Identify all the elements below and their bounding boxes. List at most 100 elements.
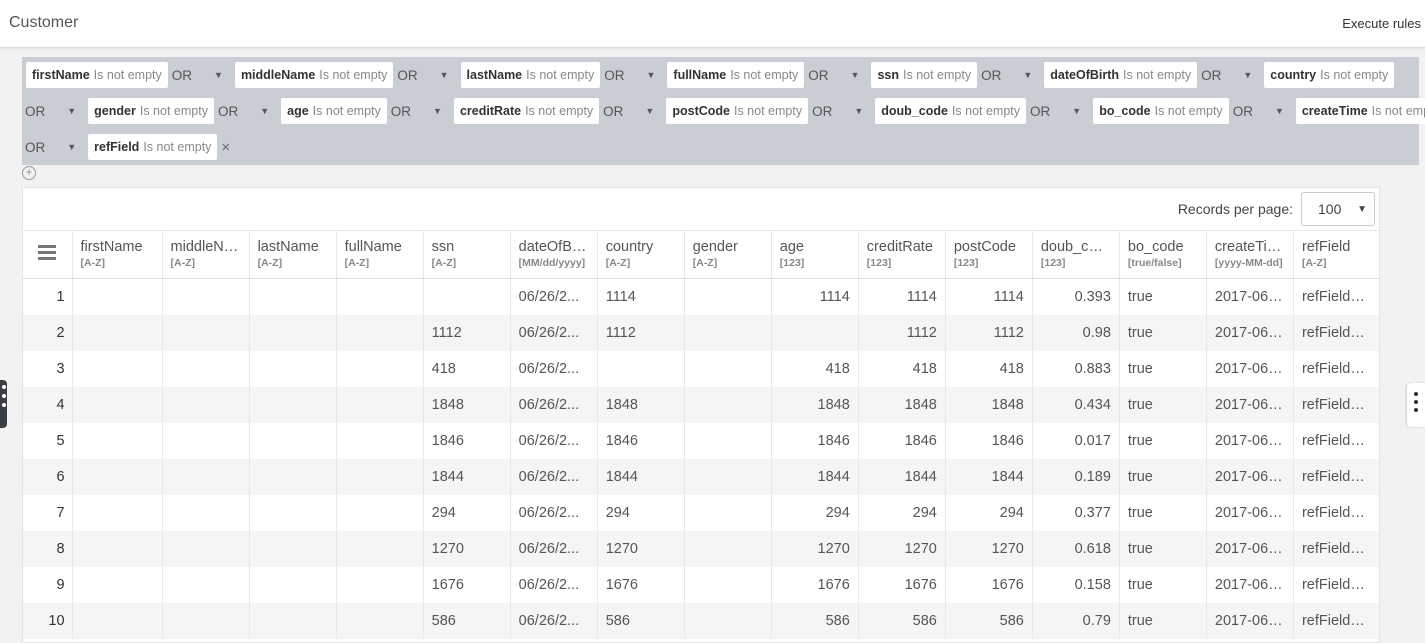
add-rule-icon[interactable]: + (22, 166, 36, 180)
filter-rule-postCode[interactable]: postCode Is not empty (666, 98, 809, 124)
column-type: [A-Z] (257, 257, 283, 269)
column-header-gender[interactable]: gender [A-Z] (684, 230, 772, 279)
column-header-bo_code[interactable]: bo_code [true/false] (1119, 230, 1207, 279)
table-cell: 1270 (771, 530, 859, 567)
table-cell: 1114 (945, 278, 1033, 315)
filter-rule-refField[interactable]: refField Is not empty (88, 134, 218, 160)
column-header-refField[interactable]: refField [A-Z] (1293, 230, 1379, 279)
table-row[interactable]: 4 1848 06/26/2... 1848 1848 1848 1848 0.434 true… (23, 386, 1379, 423)
column-header-createTime[interactable]: createTime [yyyy-MM-dd] (1206, 230, 1294, 279)
table-cell: refFieldC... (1293, 350, 1379, 387)
or-operator-label: OR (25, 103, 46, 119)
or-operator-dropdown[interactable]: OR ▼ (172, 68, 231, 83)
filter-rule-createTime[interactable]: createTimeIs not empty (1295, 98, 1425, 124)
table-cell: 1846 (858, 422, 946, 459)
filter-rule-country[interactable]: country Is not empty (1264, 62, 1395, 88)
close-icon[interactable]: × (221, 139, 230, 156)
filter-rule-gender[interactable]: gender Is not empty (88, 98, 214, 124)
table-row[interactable]: 2 1112 06/26/2... 1112 1112 1112 0.98 true 2017-… (23, 314, 1379, 351)
table-row[interactable]: 5 1846 06/26/2... 1846 1846 1846 1846 0.017 true… (23, 422, 1379, 459)
or-operator-dropdown[interactable]: OR ▼ (1201, 68, 1260, 83)
table-cell (72, 458, 163, 495)
or-operator-label: OR (1232, 103, 1253, 119)
table-cell: refFieldC... (1293, 422, 1379, 459)
filter-rule-middleName[interactable]: middleName Is not empty (234, 62, 394, 88)
left-panel-handle[interactable] (0, 380, 7, 428)
table-row[interactable]: 8 1270 06/26/2... 1270 1270 1270 1270 0.618 true… (23, 530, 1379, 567)
filter-rule-firstName[interactable]: firstName Is not empty (26, 62, 168, 88)
filter-rule-age[interactable]: age Is not empty (281, 98, 387, 124)
caret-down-icon: ▼ (1274, 106, 1284, 116)
chevron-down-icon: ▼ (1357, 203, 1367, 215)
column-header-middleName[interactable]: middleName [A-Z] (162, 230, 250, 279)
column-header-country[interactable]: country [A-Z] (597, 230, 685, 279)
column-header-creditRate[interactable]: creditRate [123] (858, 230, 946, 279)
table-row[interactable]: 9 1676 06/26/2... 1676 1676 1676 1676 0.158 true… (23, 566, 1379, 603)
filter-rule-bo_code[interactable]: bo_code Is not empty (1093, 98, 1229, 124)
table-cell (249, 566, 337, 603)
or-operator-dropdown[interactable]: OR ▼ (812, 104, 871, 119)
hamburger-icon (38, 242, 57, 263)
column-header-firstName[interactable]: firstName [A-Z] (72, 230, 163, 279)
or-operator-dropdown[interactable]: OR ▼ (25, 140, 84, 155)
table-row[interactable]: 10 586 06/26/2... 586 586 586 586 0.79 true 2017-… (23, 602, 1379, 639)
right-panel-handle[interactable] (1407, 383, 1425, 427)
table-cell (72, 602, 163, 639)
table-row[interactable]: 6 1844 06/26/2... 1844 1844 1844 1844 0.189 true… (23, 458, 1379, 495)
or-operator-dropdown[interactable]: OR ▼ (397, 68, 456, 83)
table-row[interactable]: 7 294 06/26/2... 294 294 294 294 0.377 true 2017-… (23, 494, 1379, 531)
or-operator-label: OR (812, 103, 833, 119)
row-index: 4 (23, 386, 73, 423)
or-operator-dropdown[interactable]: OR ▼ (603, 104, 662, 119)
table-cell: 586 (597, 602, 685, 639)
records-per-page-value: 100 (1318, 201, 1342, 217)
table-cell: 0.434 (1032, 386, 1120, 423)
filter-condition: Is not empty (93, 68, 162, 82)
column-header-ssn[interactable]: ssn [A-Z] (423, 230, 511, 279)
table-cell (336, 494, 424, 531)
table-cell: 06/26/2... (510, 494, 598, 531)
execute-rules-button[interactable]: Execute rules (1342, 16, 1421, 31)
or-operator-label: OR (217, 103, 239, 119)
column-header-postCode[interactable]: postCode [123] (945, 230, 1033, 279)
table-cell (249, 278, 337, 315)
or-operator-dropdown[interactable]: OR ▼ (981, 68, 1040, 83)
column-name: dateOfBirth (518, 239, 589, 255)
filter-rule-fullName[interactable]: fullName Is not empty (667, 62, 805, 88)
table-cell (684, 602, 772, 639)
filter-rule-creditRate[interactable]: creditRate Is not empty (453, 98, 600, 124)
filter-rule-ssn[interactable]: ssn Is not empty (871, 62, 978, 88)
or-operator-dropdown[interactable]: OR ▼ (1030, 104, 1089, 119)
filter-rule-dateOfBirth[interactable]: dateOfBirth Is not empty (1044, 62, 1198, 88)
column-type: [yyyy-MM-dd] (1214, 257, 1283, 269)
table-cell: 06/26/2... (510, 422, 598, 459)
column-header-dateOfBirth[interactable]: dateOfBirth [MM/dd/yyyy] (510, 230, 598, 279)
column-menu-button[interactable] (23, 230, 73, 279)
records-per-page-select[interactable]: 100 ▼ (1301, 192, 1375, 226)
table-cell: true (1119, 530, 1207, 567)
or-operator-dropdown[interactable]: OR ▼ (218, 104, 277, 119)
filter-rule-lastName[interactable]: lastName Is not empty (460, 62, 601, 88)
column-type: [123] (953, 257, 979, 269)
column-name: lastName (257, 239, 319, 255)
or-operator-dropdown[interactable]: OR ▼ (391, 104, 450, 119)
table-row[interactable]: 3 418 06/26/2... 418 418 418 0.883 true 2017-06-… (23, 350, 1379, 387)
filter-rule-doub_code[interactable]: doub_code Is not empty (875, 98, 1027, 124)
table-cell: 0.377 (1032, 494, 1120, 531)
column-header-doub_code[interactable]: doub_code [123] (1032, 230, 1120, 279)
table-cell: 418 (945, 350, 1033, 387)
or-operator-dropdown[interactable]: OR ▼ (808, 68, 867, 83)
filter-field-name: firstName (32, 68, 90, 82)
column-header-fullName[interactable]: fullName [A-Z] (336, 230, 424, 279)
table-cell (72, 278, 163, 315)
or-operator-dropdown[interactable]: OR ▼ (604, 68, 663, 83)
or-operator-dropdown[interactable]: OR ▼ (25, 104, 84, 119)
caret-down-icon: ▼ (1243, 70, 1253, 80)
table-cell (162, 602, 250, 639)
table-row[interactable]: 1 06/26/2... 1114 1114 1114 1114 0.393 true 2017… (23, 278, 1379, 315)
column-header-age[interactable]: age [123] (771, 230, 859, 279)
or-operator-dropdown[interactable]: OR ▼ (1233, 104, 1292, 119)
table-cell (249, 494, 337, 531)
caret-down-icon: ▼ (645, 106, 655, 116)
column-header-lastName[interactable]: lastName [A-Z] (249, 230, 337, 279)
